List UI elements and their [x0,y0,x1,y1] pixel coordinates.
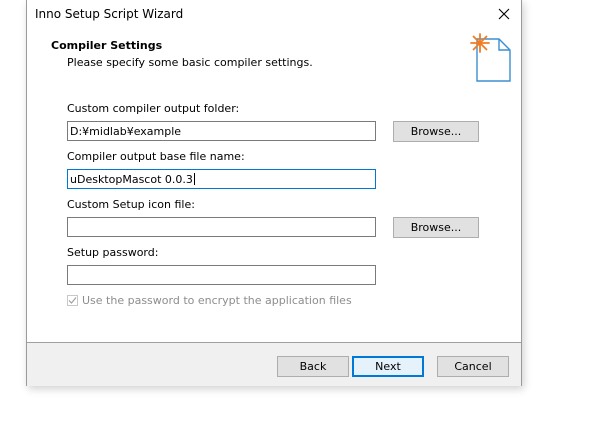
setup-password-label: Setup password: [67,246,159,259]
setup-password-input[interactable] [67,265,376,285]
base-file-name-input[interactable]: uDesktopMascot 0.0.3 [67,169,376,189]
encrypt-files-checkbox[interactable]: Use the password to encrypt the applicat… [67,294,352,307]
wizard-window: Inno Setup Script Wizard Compiler Settin… [26,0,522,386]
wizard-footer: Back Next Cancel [27,343,521,386]
output-folder-label: Custom compiler output folder: [67,102,240,115]
close-icon [498,8,510,20]
encrypt-files-label: Use the password to encrypt the applicat… [82,294,352,307]
close-button[interactable] [487,0,521,28]
next-button[interactable]: Next [352,356,424,377]
wizard-body: Custom compiler output folder: D:¥midlab… [27,86,521,342]
cancel-button[interactable]: Cancel [437,356,509,377]
page-title: Compiler Settings [51,39,163,52]
output-folder-input[interactable]: D:¥midlab¥example [67,121,376,141]
checkmark-icon [68,297,77,304]
text-caret [193,173,195,185]
browse-output-folder-button[interactable]: Browse... [393,121,479,142]
base-file-name-label: Compiler output base file name: [67,150,245,163]
browse-setup-icon-button[interactable]: Browse... [393,217,479,238]
setup-icon-label: Custom Setup icon file: [67,198,195,211]
setup-icon-input[interactable] [67,217,376,237]
page-subtitle: Please specify some basic compiler setti… [67,56,313,69]
back-button[interactable]: Back [277,356,349,377]
new-file-wizard-icon [470,33,511,82]
window-title: Inno Setup Script Wizard [35,7,184,21]
checkbox-box[interactable] [67,295,78,306]
wizard-header: Compiler Settings Please specify some ba… [27,28,521,86]
title-bar[interactable]: Inno Setup Script Wizard [27,0,521,28]
